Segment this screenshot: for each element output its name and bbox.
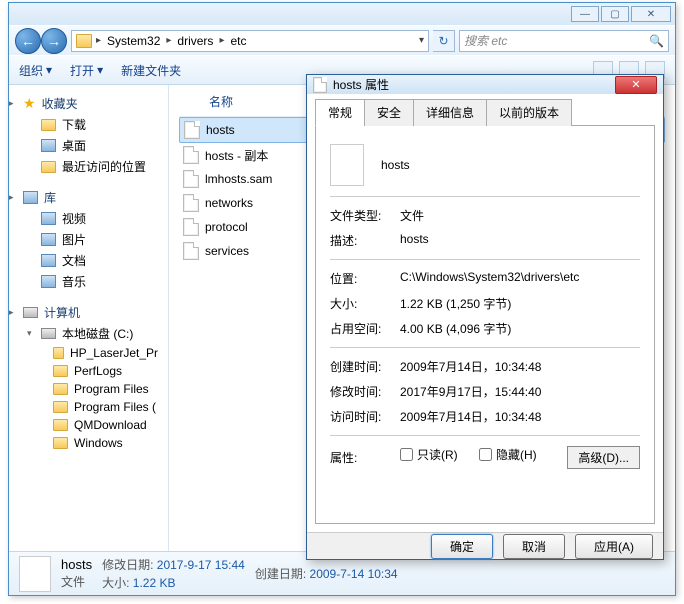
file-icon [183, 146, 199, 164]
sidebar-item-folder[interactable]: QMDownload [9, 416, 168, 434]
filename-input[interactable] [380, 155, 640, 175]
refresh-button[interactable]: ↻ [433, 30, 455, 52]
sidebar-item-folder[interactable]: PerfLogs [9, 362, 168, 380]
sidebar-item-folder[interactable]: Program Files [9, 380, 168, 398]
cancel-button[interactable]: 取消 [503, 534, 565, 559]
hidden-checkbox[interactable]: 隐藏(H) [479, 446, 537, 463]
star-icon: ★ [23, 95, 36, 112]
folder-icon [53, 383, 68, 395]
advanced-button[interactable]: 高级(D)... [567, 446, 640, 469]
file-icon [183, 218, 199, 236]
video-icon [41, 212, 56, 225]
file-icon [184, 121, 200, 139]
address-row: ← → ▸ System32 ▸ drivers ▸ etc ▾ ↻ 搜索 et… [9, 25, 675, 55]
apply-button[interactable]: 应用(A) [575, 534, 653, 559]
desktop-icon [41, 139, 56, 152]
breadcrumb[interactable]: ▸ System32 ▸ drivers ▸ etc ▾ [71, 30, 429, 52]
search-placeholder: 搜索 etc [464, 32, 507, 49]
titlebar: — ▢ ✕ [9, 3, 675, 25]
file-icon [183, 194, 199, 212]
details-type: 文件 [61, 573, 92, 590]
sidebar-item-documents[interactable]: 文档 [9, 250, 168, 271]
ok-button[interactable]: 确定 [431, 534, 493, 559]
back-button[interactable]: ← [15, 28, 41, 54]
sidebar-libraries[interactable]: ▸库 [9, 185, 168, 208]
details-name: hosts [61, 557, 92, 572]
tab-details[interactable]: 详细信息 [413, 99, 487, 126]
dialog-close-button[interactable]: ✕ [615, 76, 657, 94]
sidebar: ▸★收藏夹 下载 桌面 最近访问的位置 ▸库 视频 图片 文档 音乐 ▸计算机 … [9, 85, 169, 551]
tab-content: 文件类型:文件 描述:hosts 位置:C:\Windows\System32\… [315, 126, 655, 524]
recent-icon [41, 161, 56, 173]
crumb-drivers[interactable]: drivers [175, 34, 215, 48]
tabs: 常规 安全 详细信息 以前的版本 [315, 98, 655, 126]
tab-security[interactable]: 安全 [364, 99, 414, 126]
sidebar-item-folder[interactable]: Program Files ( [9, 398, 168, 416]
folder-icon [53, 419, 68, 431]
computer-icon [23, 307, 38, 318]
document-icon [41, 254, 56, 267]
sidebar-item-videos[interactable]: 视频 [9, 208, 168, 229]
crumb-system32[interactable]: System32 [105, 34, 162, 48]
file-icon [183, 170, 199, 188]
file-icon [183, 242, 199, 260]
folder-icon [53, 401, 68, 413]
organize-button[interactable]: 组织 ▾ [19, 62, 52, 79]
folder-icon [53, 365, 68, 377]
tab-previous[interactable]: 以前的版本 [486, 99, 572, 126]
folder-icon [41, 119, 56, 131]
file-icon [330, 144, 364, 186]
tab-general[interactable]: 常规 [315, 99, 365, 126]
library-icon [23, 191, 38, 204]
search-icon: 🔍 [649, 34, 664, 48]
drive-icon [41, 328, 56, 339]
dialog-title: hosts 属性 [333, 76, 389, 93]
dialog-titlebar: hosts 属性 ✕ [307, 75, 663, 94]
maximize-button[interactable]: ▢ [601, 6, 629, 22]
sidebar-item-recent[interactable]: 最近访问的位置 [9, 156, 168, 177]
sidebar-item-pictures[interactable]: 图片 [9, 229, 168, 250]
sidebar-favorites[interactable]: ▸★收藏夹 [9, 91, 168, 114]
forward-button[interactable]: → [41, 28, 67, 54]
crumb-etc[interactable]: etc [228, 34, 248, 48]
folder-icon [76, 34, 92, 48]
folder-icon [53, 347, 64, 359]
sidebar-item-drive-c[interactable]: ▾本地磁盘 (C:) [9, 323, 168, 344]
sidebar-item-folder[interactable]: HP_LaserJet_Pr [9, 344, 168, 362]
file-icon [19, 556, 51, 592]
sidebar-item-folder[interactable]: Windows [9, 434, 168, 452]
sidebar-item-desktop[interactable]: 桌面 [9, 135, 168, 156]
close-button[interactable]: ✕ [631, 6, 671, 22]
minimize-button[interactable]: — [571, 6, 599, 22]
open-button[interactable]: 打开 ▾ [70, 62, 103, 79]
sidebar-computer[interactable]: ▸计算机 [9, 300, 168, 323]
music-icon [41, 275, 56, 288]
properties-dialog: hosts 属性 ✕ 常规 安全 详细信息 以前的版本 文件类型:文件 描述:h… [306, 74, 664, 560]
file-icon [313, 77, 327, 93]
new-folder-button[interactable]: 新建文件夹 [121, 62, 181, 79]
readonly-checkbox[interactable]: 只读(R) [400, 446, 458, 463]
search-input[interactable]: 搜索 etc 🔍 [459, 30, 669, 52]
picture-icon [41, 233, 56, 246]
dialog-footer: 确定 取消 应用(A) [307, 532, 663, 559]
folder-icon [53, 437, 68, 449]
sidebar-item-music[interactable]: 音乐 [9, 271, 168, 292]
sidebar-item-downloads[interactable]: 下载 [9, 114, 168, 135]
